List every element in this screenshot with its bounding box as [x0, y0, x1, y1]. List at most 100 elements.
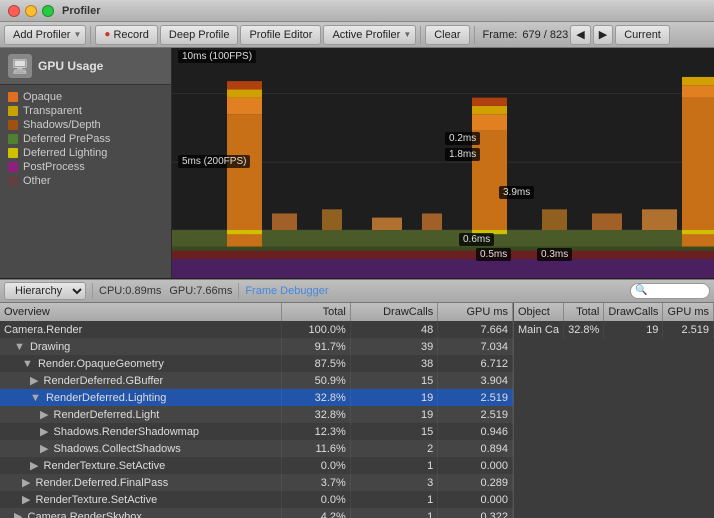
row-drawcalls: 1 — [350, 491, 437, 508]
add-profiler-button[interactable]: Add Profiler ▼ — [4, 25, 86, 45]
deep-profile-button[interactable]: Deep Profile — [160, 25, 239, 45]
row-drawcalls: 19 — [350, 389, 437, 406]
object-table-row[interactable]: Main Ca32.8%192.519 — [514, 321, 714, 338]
table-row[interactable]: ▶ Camera.RenderSkybox4.2%10.322 — [0, 508, 513, 518]
object-tbody: Main Ca32.8%192.519 — [514, 321, 714, 338]
row-gpums: 7.664 — [438, 321, 513, 338]
ms-label-1-8: 1.8ms — [445, 148, 480, 161]
tree-arrow-icon: ▶ — [40, 426, 52, 438]
tree-arrow-icon: ▼ — [22, 358, 36, 370]
row-drawcalls: 1 — [350, 508, 437, 518]
table-row[interactable]: ▶ Shadows.CollectShadows11.6%20.894 — [0, 440, 513, 457]
active-profiler-button[interactable]: Active Profiler ▼ — [323, 25, 416, 45]
graph-area: 10ms (100FPS) 5ms (200FPS) 0.2ms 1.8ms 3… — [172, 48, 714, 278]
frame-label: Frame: — [483, 29, 518, 41]
fps-label-200: 5ms (200FPS) — [178, 155, 250, 168]
table-row[interactable]: ▶ RenderTexture.SetActive0.0%10.000 — [0, 457, 513, 474]
row-gpums: 7.034 — [438, 338, 513, 355]
content-area: 🖥 GPU Usage OpaqueTransparentShadows/Dep… — [0, 48, 714, 518]
row-total: 87.5% — [282, 355, 350, 372]
row-gpums: 0.000 — [438, 491, 513, 508]
tree-arrow-icon: ▼ — [30, 392, 44, 404]
next-frame-button[interactable]: ▶ — [593, 25, 613, 45]
window-title: Profiler — [62, 5, 101, 17]
row-total: 12.3% — [282, 423, 350, 440]
table-row[interactable]: ▶ Shadows.RenderShadowmap12.3%150.946 — [0, 423, 513, 440]
overview-tbody: Camera.Render100.0%487.664▼ Drawing91.7%… — [0, 321, 513, 518]
legend-item-label: Deferred Lighting — [23, 147, 107, 159]
row-drawcalls: 39 — [350, 338, 437, 355]
row-drawcalls: 1 — [350, 457, 437, 474]
hierarchy-select[interactable]: Hierarchy — [4, 282, 86, 300]
table-row[interactable]: ▶ RenderDeferred.Light32.8%192.519 — [0, 406, 513, 423]
legend-item-label: Other — [23, 175, 51, 187]
minimize-button[interactable] — [25, 5, 37, 17]
gpu-usage-title: GPU Usage — [38, 59, 103, 73]
row-drawcalls: 38 — [350, 355, 437, 372]
table-row[interactable]: ▶ Render.Deferred.FinalPass3.7%30.289 — [0, 474, 513, 491]
row-total: 50.9% — [282, 372, 350, 389]
tree-arrow-icon: ▶ — [40, 443, 52, 455]
row-gpums: 3.904 — [438, 372, 513, 389]
top-section: 🖥 GPU Usage OpaqueTransparentShadows/Dep… — [0, 48, 714, 278]
close-button[interactable] — [8, 5, 20, 17]
row-drawcalls: 48 — [350, 321, 437, 338]
prev-frame-button[interactable]: ◀ — [570, 25, 590, 45]
dropdown-arrow-icon: ▼ — [73, 30, 81, 39]
separator-2 — [238, 283, 239, 299]
row-label: ▶ RenderDeferred.Light — [0, 406, 282, 423]
row-gpums: 0.894 — [438, 440, 513, 457]
row-label: ▶ Shadows.CollectShadows — [0, 440, 282, 457]
ms-label-0-5: 0.5ms — [476, 248, 511, 261]
row-label: ▶ RenderDeferred.GBuffer — [0, 372, 282, 389]
gpu-stat: GPU:7.66ms — [169, 285, 232, 297]
legend-item: Opaque — [8, 91, 163, 103]
row-total: 32.8% — [282, 389, 350, 406]
ms-label-0-3: 0.3ms — [537, 248, 572, 261]
object-row-cell: 32.8% — [564, 321, 604, 338]
row-gpums: 2.519 — [438, 406, 513, 423]
row-label: ▶ RenderTexture.SetActive — [0, 457, 282, 474]
row-label: ▼ RenderDeferred.Lighting — [0, 389, 282, 406]
legend-color-swatch — [8, 176, 18, 186]
toolbar: Add Profiler ▼ ● Record Deep Profile Pro… — [0, 22, 714, 48]
overview-col-header: Overview — [0, 303, 282, 321]
object-row-cell: 2.519 — [663, 321, 714, 338]
left-table: Overview Total DrawCalls GPU ms Camera.R… — [0, 303, 514, 518]
profile-editor-button[interactable]: Profile Editor — [240, 25, 321, 45]
object-row-cell: 19 — [604, 321, 663, 338]
tree-arrow-icon: ▶ — [30, 460, 42, 472]
row-gpums: 0.000 — [438, 457, 513, 474]
row-label: ▼ Render.OpaqueGeometry — [0, 355, 282, 372]
dropdown-arrow-icon: ▼ — [403, 30, 411, 39]
table-row[interactable]: ▶ RenderDeferred.GBuffer50.9%153.904 — [0, 372, 513, 389]
legend-item: PostProcess — [8, 161, 163, 173]
row-total: 100.0% — [282, 321, 350, 338]
tree-arrow-icon: ▼ — [14, 341, 28, 353]
clear-button[interactable]: Clear — [425, 25, 469, 45]
graph-svg — [172, 48, 714, 278]
ms-label-3-9: 3.9ms — [499, 186, 534, 199]
maximize-button[interactable] — [42, 5, 54, 17]
fps-label-100: 10ms (100FPS) — [178, 50, 256, 63]
legend-color-swatch — [8, 92, 18, 102]
object-table: Object Total DrawCalls GPU ms Main Ca32.… — [514, 303, 714, 338]
record-icon: ● — [104, 29, 110, 40]
table-row[interactable]: ▼ Drawing91.7%397.034 — [0, 338, 513, 355]
table-row[interactable]: ▼ Render.OpaqueGeometry87.5%386.712 — [0, 355, 513, 372]
table-row[interactable]: Camera.Render100.0%487.664 — [0, 321, 513, 338]
window-controls — [8, 5, 54, 17]
table-row[interactable]: ▶ RenderTexture.SetActive0.0%10.000 — [0, 491, 513, 508]
row-drawcalls: 19 — [350, 406, 437, 423]
current-button[interactable]: Current — [615, 25, 670, 45]
row-label: ▶ Camera.RenderSkybox — [0, 508, 282, 518]
overview-table: Overview Total DrawCalls GPU ms Camera.R… — [0, 303, 513, 518]
hierarchy-bar: Hierarchy CPU:0.89ms GPU:7.66ms Frame De… — [0, 279, 714, 303]
table-row[interactable]: ▼ RenderDeferred.Lighting32.8%192.519 — [0, 389, 513, 406]
app-container: Profiler Add Profiler ▼ ● Record Deep Pr… — [0, 0, 714, 518]
frame-debugger-label[interactable]: Frame Debugger — [245, 285, 328, 297]
legend-item: Deferred Lighting — [8, 147, 163, 159]
bottom-section: Hierarchy CPU:0.89ms GPU:7.66ms Frame De… — [0, 278, 714, 518]
title-bar: Profiler — [0, 0, 714, 22]
record-button[interactable]: ● Record — [95, 25, 158, 45]
